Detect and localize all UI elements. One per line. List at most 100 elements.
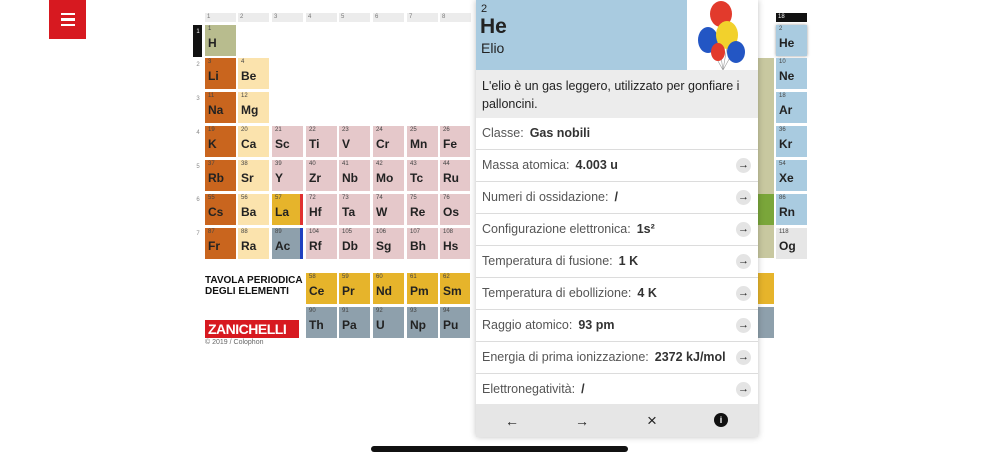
element-cell-ta[interactable]: 73 Ta [339,194,370,225]
element-cell-cs[interactable]: 55 Cs [205,194,236,225]
back-arrow-icon[interactable]: ← [504,413,520,429]
arrow-right-icon[interactable]: → [736,286,751,301]
element-cell-na[interactable]: 11 Na [205,92,236,123]
element-cell-y[interactable]: 39 Y [272,160,303,191]
element-cell-mn[interactable]: 25 Mn [407,126,438,157]
element-cell-th[interactable]: 90 Th [306,307,337,338]
property-row-oxidation[interactable]: Numeri di ossidazione: / → [476,182,758,214]
element-cell-pm[interactable]: 61 Pm [407,273,438,304]
element-cell-k[interactable]: 19 K [205,126,236,157]
element-cell-ti[interactable]: 22 Ti [306,126,337,157]
element-cell-be[interactable]: 4 Be [238,58,269,89]
period-number: 6 [196,197,200,203]
property-value: 1 K [618,254,639,268]
element-cell-fe[interactable]: 26 Fe [440,126,470,157]
cell-number: 39 [275,161,282,167]
element-cell-kr[interactable]: 36 Kr [776,126,807,157]
element-cell-rn[interactable]: 86 Rn [776,194,807,225]
element-cell-ra[interactable]: 88 Ra [238,228,269,259]
property-row-melting[interactable]: Temperatura di fusione: 1 K → [476,246,758,278]
element-cell-v[interactable]: 23 V [339,126,370,157]
element-cell-ac[interactable]: 89 Ac [272,228,303,259]
cell-number: 55 [208,195,215,201]
arrow-right-icon[interactable]: → [736,350,751,365]
element-cell-xe[interactable]: 54 Xe [776,160,807,191]
menu-button[interactable] [49,0,86,39]
property-row-electron-config[interactable]: Configurazione elettronica: 1s² → [476,214,758,246]
element-cell-cr[interactable]: 24 Cr [373,126,404,157]
element-cell-nd[interactable]: 60 Nd [373,273,404,304]
arrow-right-icon[interactable]: → [736,158,751,173]
element-cell-sg[interactable]: 106 Sg [373,228,404,259]
element-cell-ne[interactable]: 10 Ne [776,58,807,89]
element-cell-re[interactable]: 75 Re [407,194,438,225]
element-cell-sr[interactable]: 38 Sr [238,160,269,191]
element-cell-w[interactable]: 74 W [373,194,404,225]
info-icon[interactable]: i [714,413,728,427]
column-strip [757,194,774,225]
element-cell-np[interactable]: 93 Np [407,307,438,338]
hamburger-icon-line [60,23,75,27]
property-row-atomic-mass[interactable]: Massa atomica: 4.003 u → [476,150,758,182]
hamburger-icon [60,12,75,16]
element-cell-li[interactable]: 3 Li [205,58,236,89]
element-cell-db[interactable]: 105 Db [339,228,370,259]
cell-symbol: Ca [241,137,257,151]
brand-logo[interactable]: ZANICHELLI [205,320,299,338]
element-cell-pr[interactable]: 59 Pr [339,273,370,304]
close-icon[interactable]: × [644,412,660,429]
element-cell-ca[interactable]: 20 Ca [238,126,269,157]
element-cell-sm[interactable]: 62 Sm [440,273,470,304]
element-cell-og[interactable]: 118 Og [776,228,807,259]
element-cell-h[interactable]: 1H [205,25,236,56]
cell-symbol: Nb [342,171,358,185]
element-cell-zr[interactable]: 40 Zr [306,160,337,191]
group-number: 1 [205,13,236,22]
element-cell-mg[interactable]: 12 Mg [238,92,269,123]
element-cell-pu[interactable]: 94 Pu [440,307,470,338]
arrow-right-icon[interactable]: → [736,382,751,397]
element-cell-he[interactable]: 2 He [776,25,807,56]
cell-symbol: Pu [443,318,459,332]
element-cell-hf[interactable]: 72 Hf [306,194,337,225]
cell-symbol: Sc [275,137,290,151]
property-row-electronegativity[interactable]: Elettronegatività: / → [476,374,758,406]
cell-number: 58 [309,274,316,280]
arrow-right-icon[interactable]: → [736,254,751,269]
element-cell-ce[interactable]: 58 Ce [306,273,337,304]
property-row-ionization[interactable]: Energia di prima ionizzazione: 2372 kJ/mo… [476,342,758,374]
forward-arrow-icon[interactable]: → [574,413,590,429]
cell-symbol: Np [410,318,426,332]
property-label: Configurazione elettronica: [482,222,631,236]
element-cell-rb[interactable]: 37 Rb [205,160,236,191]
element-cell-fr[interactable]: 87 Fr [205,228,236,259]
cell-symbol: V [342,137,351,151]
arrow-right-icon[interactable]: → [736,190,751,205]
property-row-class: Classe: Gas nobili [476,118,758,150]
arrow-right-icon[interactable]: → [736,222,751,237]
colophon-link[interactable]: © 2019 / Colophon [205,339,263,346]
cell-symbol: Ru [443,171,459,185]
element-cell-mo[interactable]: 42 Mo [373,160,404,191]
element-cell-sc[interactable]: 21 Sc [272,126,303,157]
element-cell-tc[interactable]: 43 Tc [407,160,438,191]
element-cell-ba[interactable]: 56 Ba [238,194,269,225]
element-cell-ar[interactable]: 18 Ar [776,92,807,123]
home-indicator[interactable] [371,446,628,452]
cell-number: 37 [208,161,215,167]
cell-number: 72 [309,195,316,201]
element-cell-nb[interactable]: 41 Nb [339,160,370,191]
element-cell-u[interactable]: 92 U [373,307,404,338]
element-cell-la[interactable]: 57 La [272,194,303,225]
element-cell-os[interactable]: 76 Os [440,194,470,225]
cell-symbol: Th [309,318,324,332]
property-row-atomic-radius[interactable]: Raggio atomico: 93 pm → [476,310,758,342]
element-cell-bh[interactable]: 107 Bh [407,228,438,259]
element-cell-ru[interactable]: 44 Ru [440,160,470,191]
property-row-boiling[interactable]: Temperatura di ebollizione: 4 K → [476,278,758,310]
arrow-right-icon[interactable]: → [736,318,751,333]
element-cell-rf[interactable]: 104 Rf [306,228,337,259]
element-cell-hs[interactable]: 108 Hs [440,228,470,259]
cell-symbol: Mo [376,171,394,185]
element-cell-pa[interactable]: 91 Pa [339,307,370,338]
